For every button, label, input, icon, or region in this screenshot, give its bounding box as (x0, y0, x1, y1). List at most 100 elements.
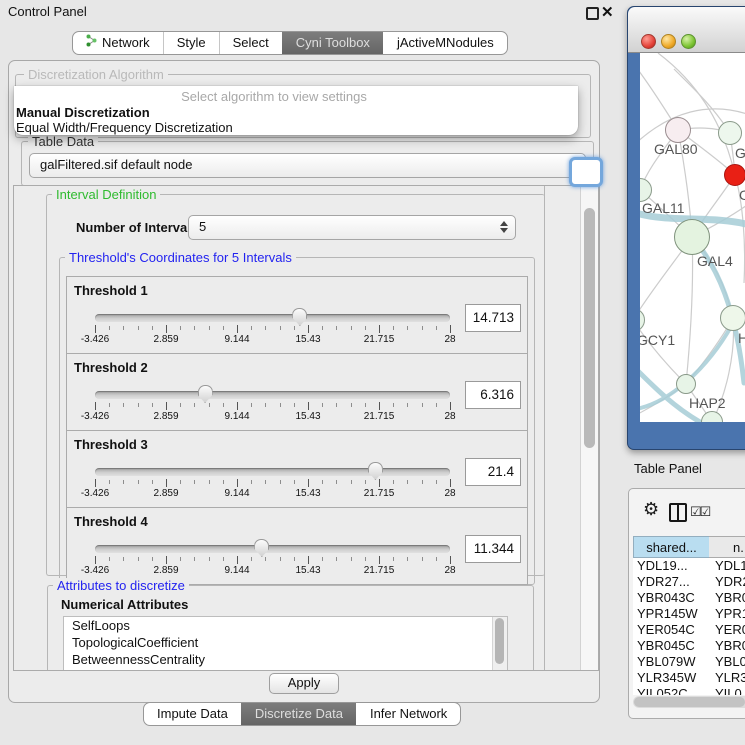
tab-impute-data[interactable]: Impute Data (144, 703, 241, 725)
zoom-traffic-light-icon[interactable] (681, 34, 696, 49)
attribute-items: SelfLoopsTopologicalCoefficientBetweenne… (64, 617, 507, 668)
table-row[interactable]: YBL079WYBL0... (633, 654, 745, 670)
slider-thumb-icon[interactable] (198, 385, 213, 403)
settings-scrollbar[interactable] (580, 186, 598, 670)
slider-ticks (95, 402, 450, 410)
tab-infer-network[interactable]: Infer Network (356, 703, 460, 725)
network-node[interactable] (724, 164, 745, 186)
algorithm-combo-focused[interactable] (569, 157, 603, 187)
table-row[interactable]: YBR045CYBR0... (633, 638, 745, 654)
threshold-value-field[interactable]: 14.713 (465, 304, 521, 332)
network-node[interactable] (665, 117, 691, 143)
option-manual-discretization[interactable]: Manual Discretization (16, 105, 150, 120)
network-node-label: GAL80 (654, 141, 698, 157)
threshold-panel: Threshold 2 -3.4262.8599.14415.4321.7152… (66, 353, 528, 431)
control-panel-titlebar: Control Panel ✕ (0, 0, 622, 24)
slider-tick-labels: -3.4262.8599.14415.4321.71528 (95, 565, 450, 577)
column-header-shared-name[interactable]: shared... (633, 536, 710, 558)
threshold-slider[interactable]: -3.4262.8599.14415.4321.71528 (95, 354, 450, 430)
threshold-list: Threshold 1 -3.4262.8599.14415.4321.7152… (66, 277, 528, 585)
slider-thumb-icon[interactable] (368, 462, 383, 480)
network-node-label: GAL4 (697, 253, 733, 269)
table-row[interactable]: YBR043CYBR0... (633, 590, 745, 606)
close-traffic-light-icon[interactable] (641, 34, 656, 49)
tab-discretize-data[interactable]: Discretize Data (241, 703, 356, 725)
select-columns-icon[interactable]: ☑☑ (690, 504, 709, 520)
table-row[interactable]: YIL052CYIL0... (633, 686, 745, 695)
slider-track[interactable] (95, 545, 450, 553)
slider-track[interactable] (95, 314, 450, 322)
table-row[interactable]: YDL19...YDL1... (633, 558, 745, 574)
network-node-label: GA (735, 145, 745, 161)
list-item[interactable]: BetweennessCentrality (64, 651, 507, 668)
tab-select[interactable]: Select (219, 32, 282, 54)
threshold-panel: Threshold 3 -3.4262.8599.14415.4321.7152… (66, 430, 528, 508)
column-layout-icon[interactable] (669, 503, 687, 522)
gear-icon[interactable]: ⚙ (643, 499, 659, 520)
network-node-label: C (739, 187, 745, 203)
table-data-group: Table Data galFiltered.sif default node (21, 141, 594, 186)
option-equal-width-frequency[interactable]: Equal Width/Frequency Discretization (16, 120, 233, 135)
network-node[interactable] (676, 374, 696, 394)
network-node-label: H (738, 330, 745, 346)
slider-tick-labels: -3.4262.8599.14415.4321.71528 (95, 488, 450, 500)
network-node[interactable] (718, 121, 742, 145)
interval-definition-title: Interval Definition (52, 187, 160, 202)
table-h-scrollbar-thumb[interactable] (634, 697, 745, 707)
apply-button[interactable]: Apply (269, 673, 339, 694)
attributes-group-title: Attributes to discretize (53, 578, 189, 593)
network-view-window[interactable]: GAL80GACGAL11GAL4GCY1HHAP2 (627, 6, 745, 450)
list-item[interactable]: TopologicalCoefficient (64, 634, 507, 651)
algorithm-hint-option[interactable]: Select algorithm to view settings (14, 89, 534, 104)
threshold-value-field[interactable]: 11.344 (465, 535, 521, 563)
table-row[interactable]: YLR345WYLR3... (633, 670, 745, 686)
algorithm-group-title: Discretization Algorithm (24, 67, 168, 82)
attributes-group: Attributes to discretize Numerical Attri… (47, 585, 534, 671)
minimize-traffic-light-icon[interactable] (661, 34, 676, 49)
number-of-intervals-value: 5 (199, 219, 206, 234)
network-node[interactable] (674, 219, 710, 255)
slider-ticks (95, 556, 450, 564)
threshold-panel: Threshold 4 -3.4262.8599.14415.4321.7152… (66, 507, 528, 585)
number-of-intervals-combo[interactable]: 5 (188, 215, 516, 240)
threshold-value-field[interactable]: 6.316 (465, 381, 521, 409)
tab-network[interactable]: Network (73, 32, 163, 54)
close-icon[interactable]: ✕ (601, 3, 614, 21)
table-data-combo[interactable]: galFiltered.sif default node (29, 153, 586, 178)
table-data-combo-value: galFiltered.sif default node (40, 157, 192, 172)
column-header-name[interactable]: n... (709, 536, 745, 558)
tab-cyni-toolbox[interactable]: Cyni Toolbox (282, 32, 383, 54)
slider-ticks (95, 479, 450, 487)
slider-thumb-icon[interactable] (254, 539, 269, 557)
slider-track[interactable] (95, 391, 450, 399)
table-panel-title: Table Panel (634, 461, 702, 476)
threshold-slider[interactable]: -3.4262.8599.14415.4321.71528 (95, 508, 450, 584)
slider-thumb-icon[interactable] (292, 308, 307, 326)
network-icon (86, 32, 97, 54)
network-canvas[interactable]: GAL80GACGAL11GAL4GCY1HHAP2 (640, 53, 745, 422)
list-scrollbar[interactable] (492, 617, 507, 671)
algorithm-dropdown-popup: Select algorithm to view settings Manual… (14, 86, 578, 135)
list-item[interactable]: SelfLoops (64, 617, 507, 634)
interval-definition-group: Interval Definition Number of Intervals … (46, 194, 545, 576)
table-panel: ⚙ ☑☑ shared... n... YDL19...YDL1...YDR27… (628, 488, 745, 719)
list-scrollbar-thumb[interactable] (495, 618, 504, 664)
network-window-titlebar (628, 7, 745, 53)
table-h-scrollbar[interactable] (633, 696, 745, 708)
settings-scrollbar-thumb[interactable] (584, 208, 595, 448)
network-node[interactable] (720, 305, 745, 331)
threshold-slider[interactable]: -3.4262.8599.14415.4321.71528 (95, 431, 450, 507)
tab-jactivemnodules[interactable]: jActiveMNodules (383, 32, 507, 54)
threshold-slider[interactable]: -3.4262.8599.14415.4321.71528 (95, 277, 450, 353)
table-row[interactable]: YDR27...YDR2... (633, 574, 745, 590)
float-window-icon[interactable] (586, 7, 599, 20)
threshold-value-field[interactable]: 21.4 (465, 458, 521, 486)
slider-track[interactable] (95, 468, 450, 476)
numerical-attributes-list[interactable]: SelfLoopsTopologicalCoefficientBetweenne… (63, 616, 508, 671)
bottom-tab-bar: Impute DataDiscretize DataInfer Network (143, 702, 461, 726)
table-data-group-title: Table Data (28, 134, 98, 149)
table-row[interactable]: YER054CYER0... (633, 622, 745, 638)
table-row[interactable]: YPR145WYPR1... (633, 606, 745, 622)
network-node-label: HAP2 (689, 395, 726, 411)
tab-style[interactable]: Style (163, 32, 219, 54)
